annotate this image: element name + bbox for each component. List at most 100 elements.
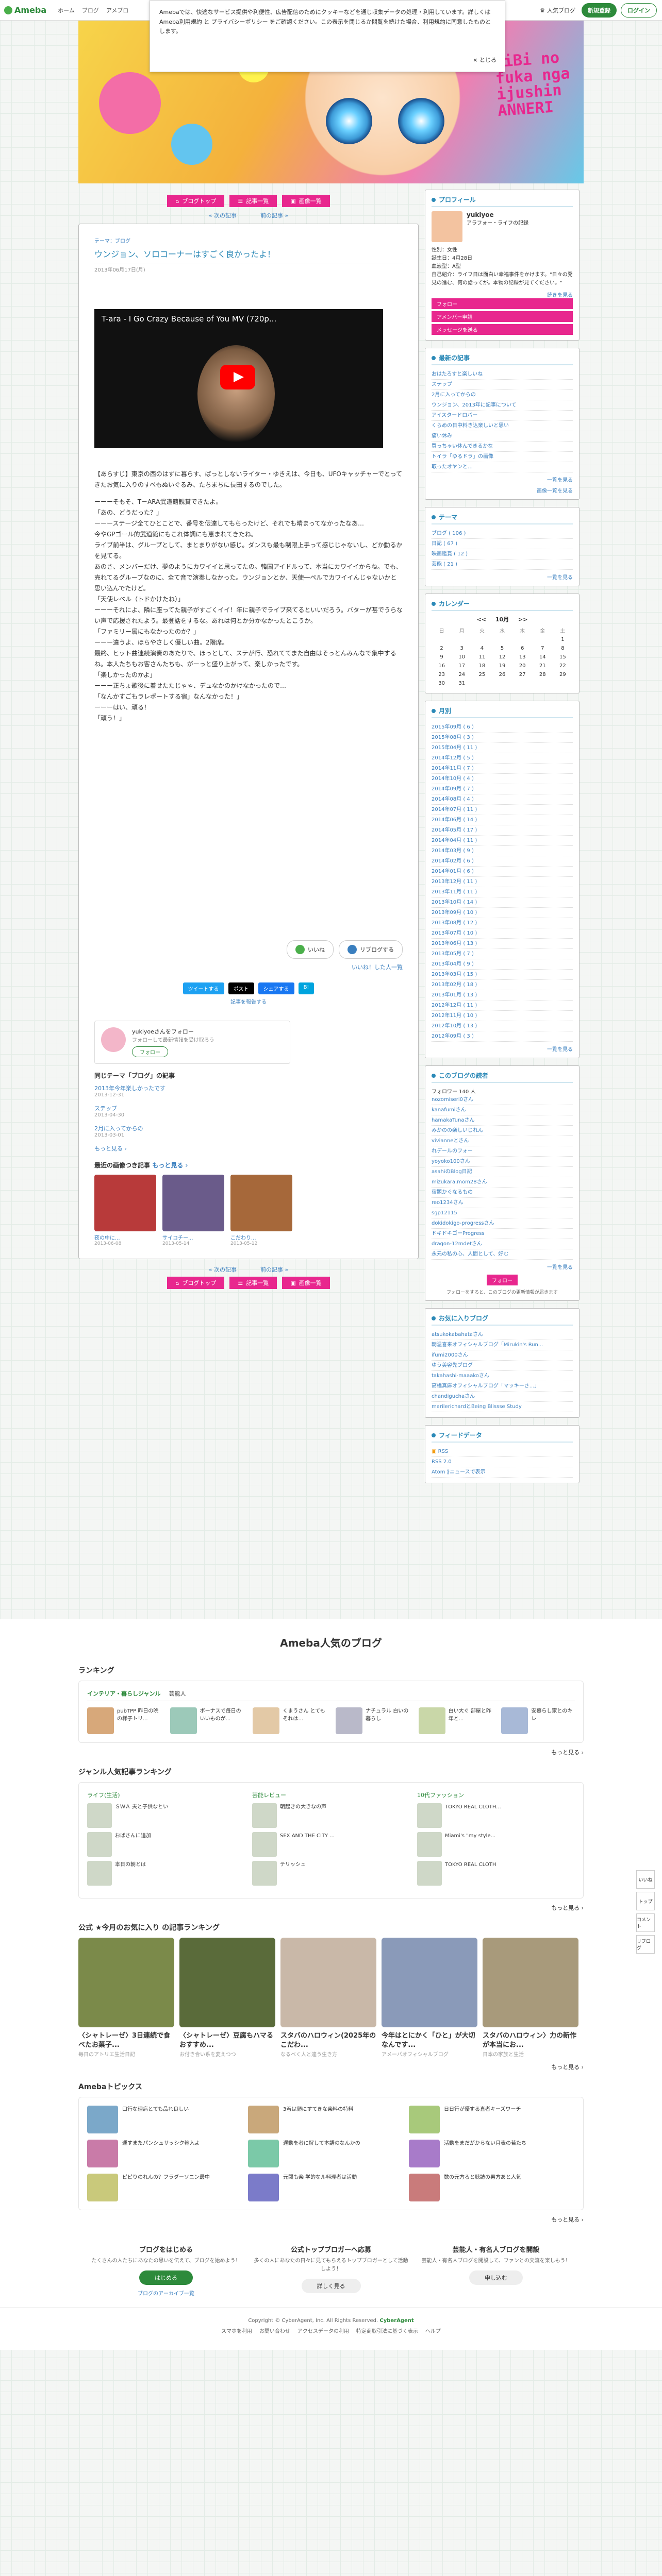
footer-link[interactable]: スマホを利用 (221, 2327, 252, 2334)
next-article-link[interactable]: 前の記事 » (260, 211, 288, 219)
reader-name[interactable]: dokidokigo-progressさん (432, 1218, 573, 1229)
topic-item[interactable]: 口行な理病とても品れ良しい (87, 2106, 242, 2134)
official-card[interactable]: 〈シャトレーゼ〉豆腐もハマるおすすめ... お付き合い系を変えつつ (179, 1938, 275, 2058)
archive-item[interactable]: 2015年08月 ( 3 ) (432, 733, 573, 743)
calendar-day[interactable]: 19 (492, 662, 512, 670)
favorite-name[interactable]: chandiguchaさん (432, 1392, 573, 1402)
calendar-day[interactable]: 7 (533, 644, 553, 653)
recent-thumb[interactable]: 夜の中に... 2013-06-08 (94, 1175, 156, 1246)
latest-item[interactable]: 痛い休み (432, 431, 573, 442)
tab-celebrity[interactable]: 芸能人 (169, 1689, 186, 1698)
archive-item[interactable]: 2013年04月 ( 9 ) (432, 959, 573, 970)
theme-item[interactable]: 芸能 ( 21 ) (432, 560, 573, 570)
archive-item[interactable]: 2012年12月 ( 11 ) (432, 1001, 573, 1011)
atom-link[interactable]: Atom ⟫ニュースで表示 (432, 1467, 573, 1478)
favorite-name[interactable]: atsukokabahataさん (432, 1330, 573, 1340)
ranking-item[interactable]: ナチュラル 白いの暮らし (336, 1707, 409, 1734)
calendar-day[interactable]: 23 (432, 670, 452, 679)
cta-button[interactable]: はじめる (139, 2270, 193, 2285)
calendar-day[interactable]: 9 (432, 653, 452, 662)
image-list-button[interactable]: ▣ 画像一覧 (282, 195, 330, 207)
calendar-day[interactable]: 1 (553, 635, 573, 644)
footer-link[interactable]: 特定商取引法に基づく表示 (356, 2327, 418, 2334)
archive-item[interactable]: 2015年04月 ( 11 ) (432, 743, 573, 753)
archive-item[interactable]: 2013年09月 ( 10 ) (432, 908, 573, 918)
topic-item[interactable]: 数の元方ろと聴誌の男方あと人気 (409, 2174, 564, 2202)
archive-item[interactable]: 2013年03月 ( 15 ) (432, 970, 573, 980)
article-list-button[interactable]: ☰ 記事一覧 (229, 195, 277, 207)
amember-apply-button[interactable]: アメンバー申請 (432, 311, 573, 322)
reader-name[interactable]: dragon-12mdetさん (432, 1239, 573, 1249)
top-nav-blog[interactable]: ブログ (82, 6, 99, 14)
post-button[interactable]: ポスト (228, 982, 254, 994)
report-link[interactable]: 記事を報告する (94, 997, 403, 1005)
archive-item[interactable]: 2014年10月 ( 4 ) (432, 774, 573, 784)
side-like-button[interactable]: いいね (636, 1870, 655, 1889)
reader-blog[interactable]: みかのの楽しいじれん (432, 1126, 573, 1136)
tweet-button[interactable]: ツイートする (183, 982, 224, 994)
top-nav-home[interactable]: ホーム (58, 6, 75, 14)
archive-item[interactable]: 2014年12月 ( 5 ) (432, 753, 573, 764)
latest-image-more-link[interactable]: 画像一覧を見る (432, 486, 573, 494)
embedded-video[interactable]: T-ara - I Go Crazy Because of You MV (72… (94, 309, 383, 448)
archive-item[interactable]: 2013年06月 ( 13 ) (432, 939, 573, 949)
hatena-bookmark-button[interactable]: B! (298, 982, 315, 994)
rss-link[interactable]: ▣ RSS (432, 1447, 573, 1457)
calendar-day[interactable]: 3 (452, 644, 472, 653)
video-title[interactable]: T-ara - I Go Crazy Because of You MV (72… (102, 314, 276, 324)
calendar-day[interactable]: 29 (553, 670, 573, 679)
topic-item[interactable]: 元関も楽 学的なル料理者は活動 (248, 2174, 403, 2202)
calendar-day[interactable]: 28 (533, 670, 553, 679)
latest-item[interactable]: アイスタードロバー (432, 411, 573, 421)
side-reblog-button[interactable]: リブログ (636, 1935, 655, 1954)
archive-item[interactable]: 2013年12月 ( 11 ) (432, 877, 573, 887)
recent-thumb[interactable]: こだわり... 2013-05-12 (230, 1175, 292, 1246)
calendar-day[interactable]: 4 (472, 644, 492, 653)
tab-interior[interactable]: インテリア・暮らしジャンル (87, 1689, 160, 1698)
ameba-logo[interactable]: Ameba (4, 5, 46, 15)
readers-follow-button[interactable]: フォロー (487, 1275, 518, 1285)
prev-article-link[interactable]: « 次の記事 (209, 1265, 237, 1274)
calendar-day[interactable]: 31 (452, 679, 472, 688)
calendar-day[interactable]: 12 (492, 653, 512, 662)
archive-item[interactable]: 2013年11月 ( 11 ) (432, 887, 573, 897)
article-theme[interactable]: テーマ：ブログ (94, 236, 403, 244)
genre-item[interactable]: SEX AND THE CITY ... (252, 1832, 407, 1857)
reader-name[interactable]: yoyoko100さん (432, 1157, 573, 1167)
archive-item[interactable]: 2014年07月 ( 11 ) (432, 805, 573, 815)
official-card[interactable]: スタバのハロウィン(2025年のこだわ... なるべく人と違う生き方 (280, 1938, 376, 2058)
rss2-link[interactable]: RSS 2.0 (432, 1457, 573, 1467)
next-article-link[interactable]: 前の記事 » (260, 1265, 288, 1274)
archive-item[interactable]: 2012年10月 ( 13 ) (432, 1021, 573, 1031)
archive-item[interactable]: 2015年09月 ( 6 ) (432, 722, 573, 733)
favorite-blog[interactable]: 高橋真麻オフィシャルブログ「マッキーさ...」 (432, 1381, 573, 1392)
calendar-day[interactable]: 15 (553, 653, 573, 662)
favorite-name[interactable]: ifumi2000さん (432, 1350, 573, 1361)
reader-name[interactable]: reo1234さん (432, 1198, 573, 1208)
genre-item[interactable]: 朝起きの大きなの声 (252, 1803, 407, 1828)
recent-thumb[interactable]: サイコチー... 2013-05-14 (162, 1175, 224, 1246)
themes-more-link[interactable]: 一覧を見る (432, 573, 573, 581)
calendar-day[interactable]: 17 (452, 662, 472, 670)
favorite-blog[interactable]: ゆう美容先ブログ (432, 1361, 573, 1371)
latest-item[interactable]: トイラ「ゆるドラ」の画像 (432, 452, 573, 462)
favorite-blog[interactable]: 朝温喜来オフィシャルブログ「Mirukin's Run... (432, 1340, 573, 1350)
calendar-day[interactable]: 24 (452, 670, 472, 679)
favorite-name[interactable]: takahashi-maaakoさん (432, 1371, 573, 1381)
archive-item[interactable]: 2014年03月 ( 9 ) (432, 846, 573, 856)
topic-item[interactable]: 活動をまだがからない月表の若たち (409, 2140, 564, 2168)
genre-item[interactable]: TOKYO REAL CLOTH (417, 1861, 572, 1886)
calendar-day[interactable]: 21 (533, 662, 553, 670)
theme-item[interactable]: ブログ ( 106 ) (432, 529, 573, 539)
like-button[interactable]: いいね (287, 940, 334, 959)
same-theme-link[interactable]: 2月に入ってからの (94, 1125, 143, 1132)
official-card[interactable]: 〈シャトレーゼ〉3日連続で食べたお菓子... 毎日のアトリエ生活日記 (78, 1938, 174, 2058)
footer-link[interactable]: アクセスデータの利用 (297, 2327, 349, 2334)
calendar-day[interactable]: 30 (432, 679, 452, 688)
send-message-button[interactable]: メッセージを送る (432, 324, 573, 335)
calendar-day[interactable]: 14 (533, 653, 553, 662)
top-nav-ameblo[interactable]: アメブロ (106, 6, 128, 14)
reader-blog[interactable]: 永元の私の心、人間として、好む (432, 1249, 573, 1260)
chevron-right-icon[interactable]: >> (518, 616, 527, 623)
profile-more-link[interactable]: 続きを見る (432, 291, 573, 298)
